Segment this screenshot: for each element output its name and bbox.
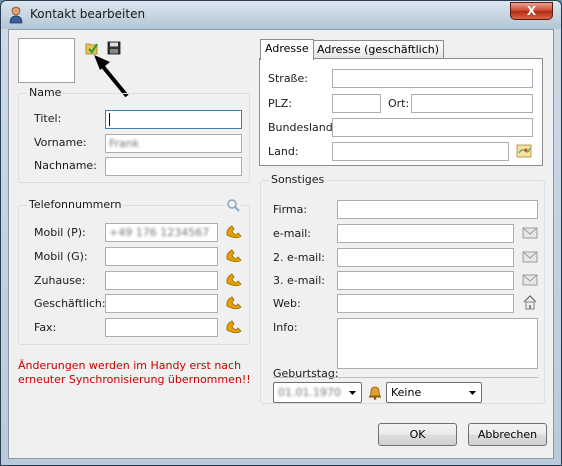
misc-group-title: Sonstiges: [269, 173, 327, 186]
reminder-value: Keine: [391, 386, 422, 399]
tab-address-business[interactable]: Adresse (geschäftlich): [312, 40, 445, 59]
street-label: Straße:: [268, 72, 308, 85]
phone-call-icon[interactable]: [225, 272, 243, 288]
business-label: Geschäftlich:: [34, 297, 106, 310]
company-label: Firma:: [273, 203, 308, 216]
sync-warning-line1: Änderungen werden im Handy erst nach: [18, 359, 242, 372]
tab-address[interactable]: Adresse: [260, 39, 314, 60]
company-input[interactable]: [337, 200, 538, 219]
firstname-label: Vorname:: [34, 136, 87, 149]
web-input[interactable]: [337, 294, 514, 313]
title-label: Titel:: [34, 112, 62, 125]
city-label: Ort:: [388, 97, 410, 110]
email3-label: 3. e-mail:: [273, 274, 326, 287]
state-label: Bundesland:: [268, 121, 337, 134]
email2-label: 2. e-mail:: [273, 251, 326, 264]
email1-label: e-mail:: [273, 227, 312, 240]
fax-label: Fax:: [34, 321, 57, 334]
home-label: Zuhause:: [34, 274, 86, 287]
map-icon[interactable]: [516, 143, 532, 159]
state-input[interactable]: [332, 118, 533, 137]
title-input[interactable]: [105, 110, 242, 129]
contact-photo[interactable]: [18, 38, 75, 83]
phone-call-icon[interactable]: [225, 319, 243, 335]
phone-call-icon[interactable]: [225, 224, 243, 240]
mobile-private-label: Mobil (P):: [34, 226, 86, 239]
zip-label: PLZ:: [268, 97, 293, 110]
birthday-divider: [273, 377, 538, 378]
window-title: Kontakt bearbeiten: [30, 7, 146, 21]
cancel-button[interactable]: Abbrechen: [468, 423, 547, 446]
birthday-picker[interactable]: 01.01.1970: [273, 382, 362, 403]
mobile-business-label: Mobil (G):: [34, 250, 88, 263]
mail-icon[interactable]: [522, 225, 538, 239]
email2-input[interactable]: [337, 248, 514, 267]
sync-warning: Änderungen werden im Handy erst nach ern…: [18, 359, 251, 387]
lastname-label: Nachname:: [34, 159, 97, 172]
mail-icon[interactable]: [522, 249, 538, 263]
web-label: Web:: [273, 297, 301, 310]
birthday-label: Geburtstag:: [273, 367, 339, 380]
ok-button[interactable]: OK: [378, 423, 457, 446]
home-web-icon[interactable]: [522, 294, 538, 310]
close-icon: X: [526, 4, 537, 18]
chevron-down-icon[interactable]: [344, 383, 361, 402]
chevron-down-icon[interactable]: [464, 383, 481, 402]
mobile-private-value: +49 176 1234567: [109, 226, 210, 239]
phone-call-icon[interactable]: [225, 295, 243, 311]
firstname-value: Frank: [109, 137, 140, 150]
phone-call-icon[interactable]: [225, 248, 243, 264]
street-input[interactable]: [332, 69, 533, 88]
dialog-content: Name Titel: Vorname: Frank Nachname: Tel…: [8, 29, 554, 459]
fax-input[interactable]: [105, 318, 218, 337]
lastname-input[interactable]: [105, 157, 242, 176]
country-label: Land:: [268, 145, 299, 158]
contact-person-icon: [9, 6, 23, 24]
phone-group-title: Telefonnummern: [27, 198, 124, 211]
firstname-input[interactable]: Frank: [105, 134, 242, 153]
dialog-window: Kontakt bearbeiten X Name Titel: Vorname…: [0, 0, 562, 466]
text-cursor: [109, 113, 110, 126]
info-label: Info:: [273, 321, 298, 334]
reminder-select[interactable]: Keine: [386, 382, 482, 403]
sync-warning-line2: erneuter Synchronisierung übernommen!!: [18, 373, 251, 386]
email3-input[interactable]: [337, 271, 514, 290]
name-group-title: Name: [27, 86, 64, 99]
close-button[interactable]: X: [510, 2, 553, 20]
title-bar[interactable]: Kontakt bearbeiten X: [1, 1, 561, 29]
country-input[interactable]: [332, 142, 509, 161]
zip-input[interactable]: [332, 94, 381, 113]
mobile-business-input[interactable]: [105, 247, 218, 266]
home-input[interactable]: [105, 271, 218, 290]
search-icon[interactable]: [226, 198, 241, 213]
bell-reminder-icon[interactable]: [367, 384, 383, 400]
mobile-private-input[interactable]: +49 176 1234567: [105, 223, 218, 242]
info-textarea[interactable]: [337, 318, 538, 369]
email1-input[interactable]: [337, 224, 514, 243]
misc-group: Sonstiges Firma: e-mail: 2. e-mail: 3. e…: [260, 173, 545, 404]
address-tab-panel: Straße: PLZ: Ort: Bundesland: Land:: [259, 58, 543, 166]
name-group: Name Titel: Vorname: Frank Nachname:: [18, 86, 250, 183]
birthday-value: 01.01.1970: [278, 386, 341, 399]
city-input[interactable]: [411, 94, 533, 113]
phone-group: Telefonnummern Mobil (P): +49 176 123456…: [18, 198, 250, 345]
mail-icon[interactable]: [522, 272, 538, 286]
business-input[interactable]: [105, 294, 218, 313]
